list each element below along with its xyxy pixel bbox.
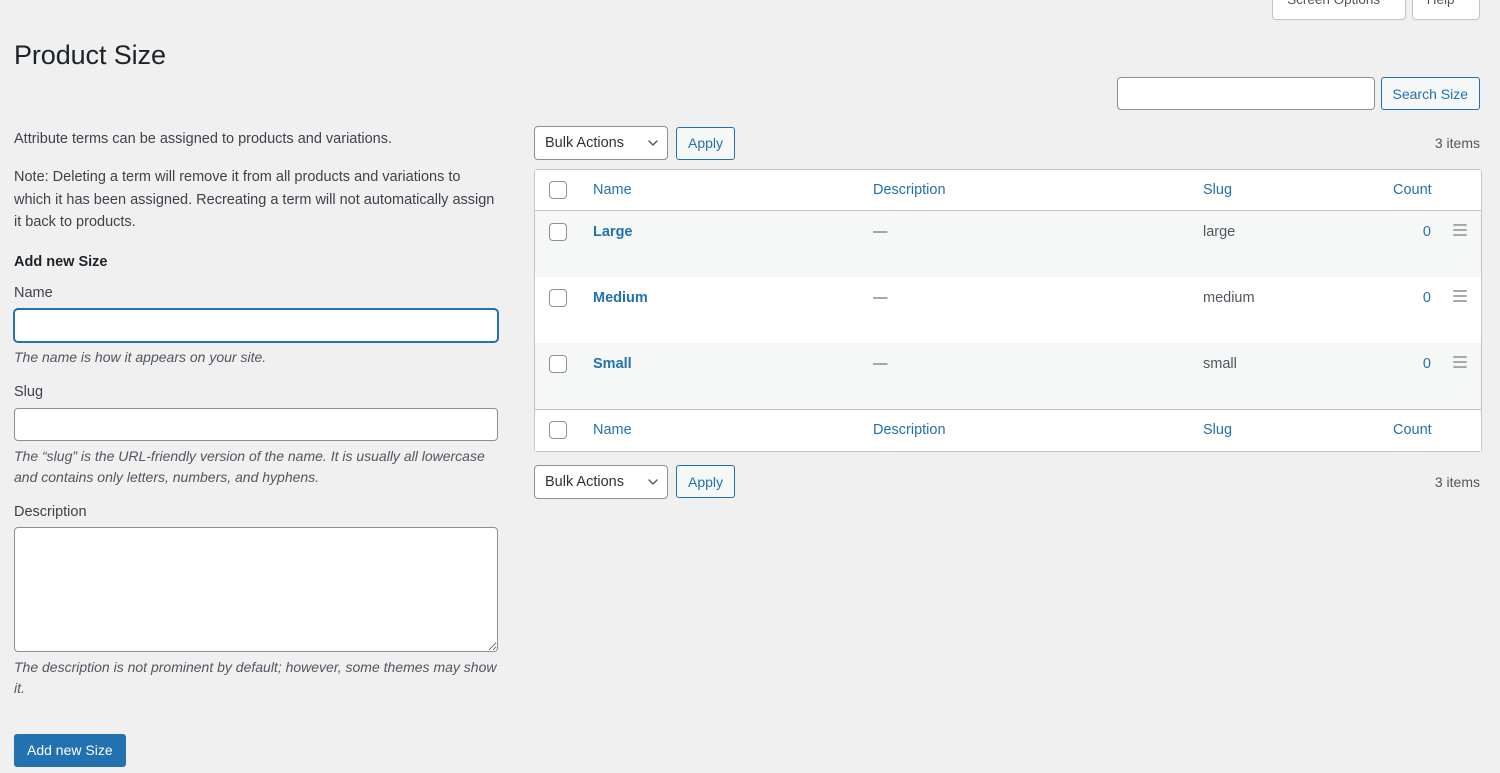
column-header-slug[interactable]: Slug: [1193, 170, 1383, 211]
row-checkbox[interactable]: [549, 223, 567, 241]
select-all-footer: [535, 409, 583, 450]
add-new-size-button[interactable]: Add new Size: [14, 734, 126, 767]
description-textarea[interactable]: [14, 527, 498, 652]
chevron-down-icon: ▾: [1460, 0, 1465, 12]
row-count-cell: 0: [1383, 211, 1441, 277]
row-name-cell: Medium: [583, 277, 863, 343]
search-submit-button[interactable]: Search Size: [1381, 77, 1480, 110]
select-all-header: [535, 170, 583, 211]
term-slug: medium: [1203, 290, 1255, 306]
bulk-actions-select-bottom[interactable]: Bulk Actions: [534, 465, 668, 499]
table-head: Name Description Slug Count: [535, 170, 1481, 211]
name-field-group: Name The name is how it appears on your …: [14, 284, 498, 368]
tablenav-top: Bulk Actions Apply 3 items: [534, 125, 1480, 161]
term-slug: large: [1203, 224, 1235, 240]
description-help-text: The description is not prominent by defa…: [14, 657, 498, 699]
screen-meta-links: Screen Options ▾ Help ▾: [1272, 0, 1480, 20]
help-label: Help: [1427, 0, 1455, 15]
drag-handle-icon[interactable]: [1453, 356, 1467, 368]
name-label: Name: [14, 284, 498, 303]
items-count-bottom: 3 items: [1435, 474, 1480, 490]
column-footer-description[interactable]: Description: [863, 409, 1193, 450]
table-body: Large — large 0 Medium — medium 0 Small — small 0: [535, 211, 1481, 409]
row-select-cell: [535, 277, 583, 343]
slug-label: Slug: [14, 383, 498, 402]
row-description-cell: —: [863, 343, 1193, 409]
drag-handle-icon[interactable]: [1453, 290, 1467, 302]
description-label: Description: [14, 503, 498, 522]
add-form-heading: Add new Size: [14, 254, 498, 270]
column-header-count[interactable]: Count: [1383, 170, 1441, 211]
column-header-name[interactable]: Name: [583, 170, 863, 211]
terms-table: Name Description Slug Count Large — large 0…: [534, 169, 1482, 452]
terms-list-panel: Bulk Actions Apply 3 items Name Descript…: [534, 125, 1480, 500]
help-button[interactable]: Help ▾: [1412, 0, 1480, 20]
bulk-actions-select-wrap-bottom: Bulk Actions: [534, 465, 668, 499]
admin-page: Screen Options ▾ Help ▾ Product Size Sea…: [0, 0, 1500, 773]
row-count-cell: 0: [1383, 277, 1441, 343]
row-select-cell: [535, 211, 583, 277]
column-footer-order: [1441, 409, 1481, 450]
row-select-cell: [535, 343, 583, 409]
term-description: —: [873, 224, 888, 240]
term-count-link[interactable]: 0: [1423, 356, 1431, 372]
row-slug-cell: large: [1193, 211, 1383, 277]
page-title: Product Size: [14, 38, 166, 73]
apply-button-bottom[interactable]: Apply: [676, 465, 735, 498]
attribute-note-text: Note: Deleting a term will remove it fro…: [14, 166, 498, 233]
term-name-link[interactable]: Small: [593, 356, 632, 372]
term-description: —: [873, 356, 888, 372]
name-help-text: The name is how it appears on your site.: [14, 347, 498, 368]
table-row: Large — large 0: [535, 211, 1481, 277]
row-checkbox[interactable]: [549, 289, 567, 307]
term-name-link[interactable]: Medium: [593, 290, 648, 306]
row-description-cell: —: [863, 277, 1193, 343]
slug-help-text: The “slug” is the URL-friendly version o…: [14, 446, 498, 488]
tablenav-bottom: Bulk Actions Apply 3 items: [534, 464, 1480, 500]
row-slug-cell: medium: [1193, 277, 1383, 343]
items-count-top: 3 items: [1435, 135, 1480, 151]
description-field-group: Description The description is not promi…: [14, 503, 498, 700]
search-input[interactable]: [1117, 77, 1375, 110]
add-term-form: Attribute terms can be assigned to produ…: [14, 128, 498, 767]
term-count-link[interactable]: 0: [1423, 290, 1431, 306]
table-header-row: Name Description Slug Count: [535, 170, 1481, 211]
table-row: Medium — medium 0: [535, 277, 1481, 343]
row-name-cell: Small: [583, 343, 863, 409]
slug-field-group: Slug The “slug” is the URL-friendly vers…: [14, 383, 498, 488]
search-box: Search Size: [1117, 77, 1480, 110]
table-row: Small — small 0: [535, 343, 1481, 409]
screen-options-label: Screen Options: [1287, 0, 1380, 15]
name-input[interactable]: [14, 309, 498, 342]
table-footer-row: Name Description Slug Count: [535, 409, 1481, 450]
bulk-actions-select-top[interactable]: Bulk Actions: [534, 126, 668, 160]
column-header-order: [1441, 170, 1481, 211]
term-name-link[interactable]: Large: [593, 224, 633, 240]
bulk-actions-select-wrap: Bulk Actions: [534, 126, 668, 160]
column-footer-count[interactable]: Count: [1383, 409, 1441, 450]
column-footer-name[interactable]: Name: [583, 409, 863, 450]
row-count-cell: 0: [1383, 343, 1441, 409]
screen-options-button[interactable]: Screen Options ▾: [1272, 0, 1406, 20]
term-description: —: [873, 290, 888, 306]
row-order-cell: [1441, 211, 1481, 277]
row-slug-cell: small: [1193, 343, 1383, 409]
row-name-cell: Large: [583, 211, 863, 277]
table-foot: Name Description Slug Count: [535, 409, 1481, 450]
row-order-cell: [1441, 277, 1481, 343]
chevron-down-icon: ▾: [1386, 0, 1391, 12]
select-all-checkbox-top[interactable]: [549, 181, 567, 199]
term-count-link[interactable]: 0: [1423, 224, 1431, 240]
row-description-cell: —: [863, 211, 1193, 277]
column-footer-slug[interactable]: Slug: [1193, 409, 1383, 450]
slug-input[interactable]: [14, 408, 498, 441]
term-slug: small: [1203, 356, 1237, 372]
row-order-cell: [1441, 343, 1481, 409]
select-all-checkbox-bottom[interactable]: [549, 421, 567, 439]
attribute-intro-text: Attribute terms can be assigned to produ…: [14, 128, 498, 150]
column-header-description[interactable]: Description: [863, 170, 1193, 211]
row-checkbox[interactable]: [549, 355, 567, 373]
apply-button-top[interactable]: Apply: [676, 127, 735, 160]
drag-handle-icon[interactable]: [1453, 224, 1467, 236]
